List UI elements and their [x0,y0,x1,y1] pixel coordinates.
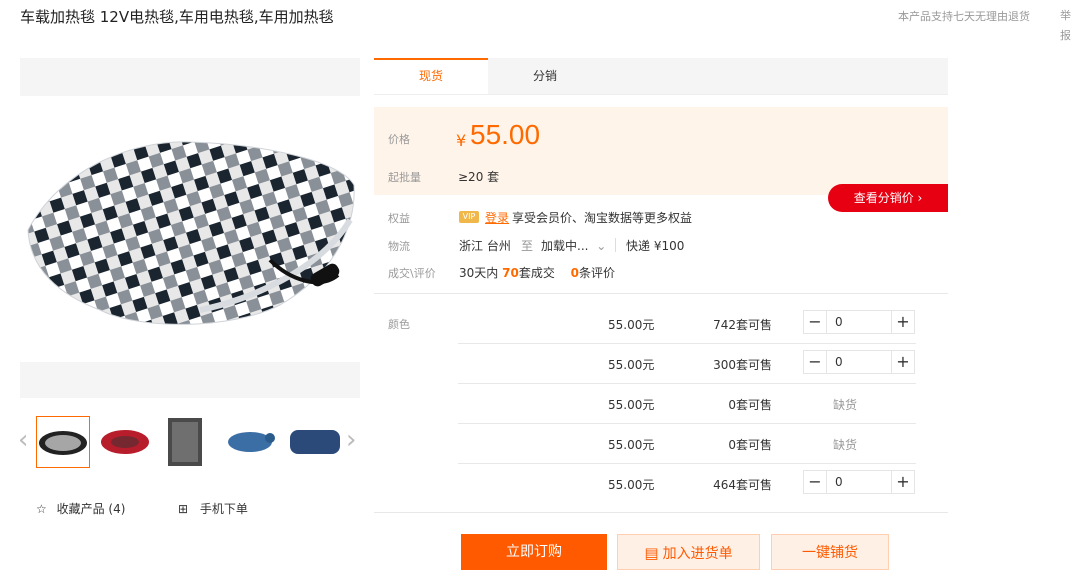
benefits-label: 权益 [388,212,410,225]
gallery-top-bar [20,58,360,96]
red-blanket-thumb-icon [101,430,149,454]
sku-stock: 464套可售 [713,478,772,492]
quantity-input[interactable]: 0 [827,470,891,494]
add-to-purchase-list-button[interactable]: ▤ 加入进货单 [617,534,760,570]
star-icon: ☆ [36,502,47,516]
increase-button[interactable]: + [891,470,915,494]
view-distribution-price-button[interactable]: 查看分销价 › [828,184,948,212]
favorite-label: 收藏产品 (4) [56,502,126,516]
deals-count: 70 [502,266,519,280]
sku-row: 55.00元 742套可售 − 0 + [458,304,916,344]
logistics-destination-select[interactable]: 加载中... ⌄ [541,237,606,254]
quantity-input[interactable]: 0 [827,350,891,374]
price-panel: 价格 ¥ 55.00 起批量 ≥20 套 [374,107,948,195]
reviews-suffix: 条评价 [579,266,616,280]
chevron-down-icon: ⌄ [596,239,607,253]
out-of-stock-label: 缺货 [833,398,858,412]
price-value: 55.00 [470,119,541,150]
vip-badge: VIP [459,211,479,223]
quantity-stepper: − 0 + [803,350,915,374]
currency-symbol: ¥ [456,131,467,150]
sku-price: 55.00元 [608,478,655,492]
thumbnail-1[interactable] [36,416,90,468]
one-click-distribute-button[interactable]: 一键铺货 [771,534,889,570]
gallery-bottom-bar [20,362,360,398]
logistics-destination: 加载中... [541,239,589,253]
mobile-order[interactable]: ⊞ 手机下单 [178,500,248,517]
product-title: 车载加热毯 12V电热毯,车用电热毯,车用加热毯 [20,8,334,26]
sku-price: 55.00元 [608,318,655,332]
reviews-count: 0 [570,266,580,280]
price-label: 价格 [388,133,410,146]
min-order-label: 起批量 [388,171,421,184]
quantity-input[interactable]: 0 [827,310,891,334]
order-now-button[interactable]: 立即订购 [461,534,607,570]
quantity-stepper: − 0 + [803,470,915,494]
decrease-button[interactable]: − [803,350,827,374]
navy-blanket-thumb-icon [290,430,340,454]
sku-row: 55.00元 0套可售 缺货 [458,424,916,464]
thumbnail-2[interactable] [98,416,152,468]
min-order-value: ≥20 套 [458,170,500,184]
mobile-order-label: 手机下单 [199,502,248,516]
color-label: 颜色 [388,318,410,331]
report-link[interactable]: 举报 [1060,6,1072,46]
deals-count-suffix: 套成交 [518,266,555,280]
out-of-stock-label: 缺货 [833,438,858,452]
sku-price: 55.00元 [608,438,655,452]
favorite-product[interactable]: ☆ 收藏产品 (4) [36,500,125,517]
checkered-blanket-thumb-icon [39,431,87,455]
logistics-to: 至 [521,239,534,253]
logistics-shipping: 快递 ¥100 [626,239,685,253]
quantity-stepper: − 0 + [803,310,915,334]
thumb-prev-icon[interactable]: ‹ [18,427,28,453]
qrcode-icon: ⊞ [178,502,189,516]
sku-stock: 0套可售 [728,438,772,452]
sku-price: 55.00元 [608,398,655,412]
thumbnail-strip: ‹ › [18,412,363,472]
blue-blanket-thumb-icon [228,432,275,452]
return-policy-note: 本产品支持七天无理由退货 [898,10,1030,23]
deals-label: 成交\评价 [388,267,436,280]
tab-spot[interactable]: 现货 [374,58,488,94]
sku-row: 55.00元 464套可售 − 0 + [458,464,916,504]
sku-stock: 742套可售 [713,318,772,332]
sku-row: 55.00元 300套可售 − 0 + [458,344,916,384]
deals-summary: 30天内 70套成交 0条评价 [459,264,615,281]
sku-price: 55.00元 [608,358,655,372]
logistics-origin: 浙江 台州 [459,239,511,253]
tab-bar: 现货 分销 [374,58,948,95]
section-divider [374,293,948,294]
decrease-button[interactable]: − [803,310,827,334]
login-link[interactable]: 登录 [485,209,509,226]
deals-prefix: 30天内 [459,266,499,280]
increase-button[interactable]: + [891,310,915,334]
decrease-button[interactable]: − [803,470,827,494]
logistics-label: 物流 [388,240,410,253]
sku-stock: 0套可售 [728,398,772,412]
thumbnail-5[interactable] [288,416,342,468]
logistics-separator [615,238,616,252]
section-divider [374,512,948,513]
clipboard-icon: ▤ [644,544,659,562]
main-product-image [20,110,360,350]
sku-stock: 300套可售 [713,358,772,372]
thumbnail-4[interactable] [226,416,280,468]
thumbnail-3[interactable] [164,416,218,468]
increase-button[interactable]: + [891,350,915,374]
tab-distribution[interactable]: 分销 [488,58,602,94]
benefits-text: 享受会员价、淘宝数据等更多权益 [512,211,693,225]
add-to-list-label: 加入进货单 [662,546,733,562]
gray-blanket-thumb-icon [168,418,202,466]
heated-blanket-image [27,141,355,325]
sku-row: 55.00元 0套可售 缺货 [458,384,916,424]
thumb-next-icon[interactable]: › [346,427,356,453]
